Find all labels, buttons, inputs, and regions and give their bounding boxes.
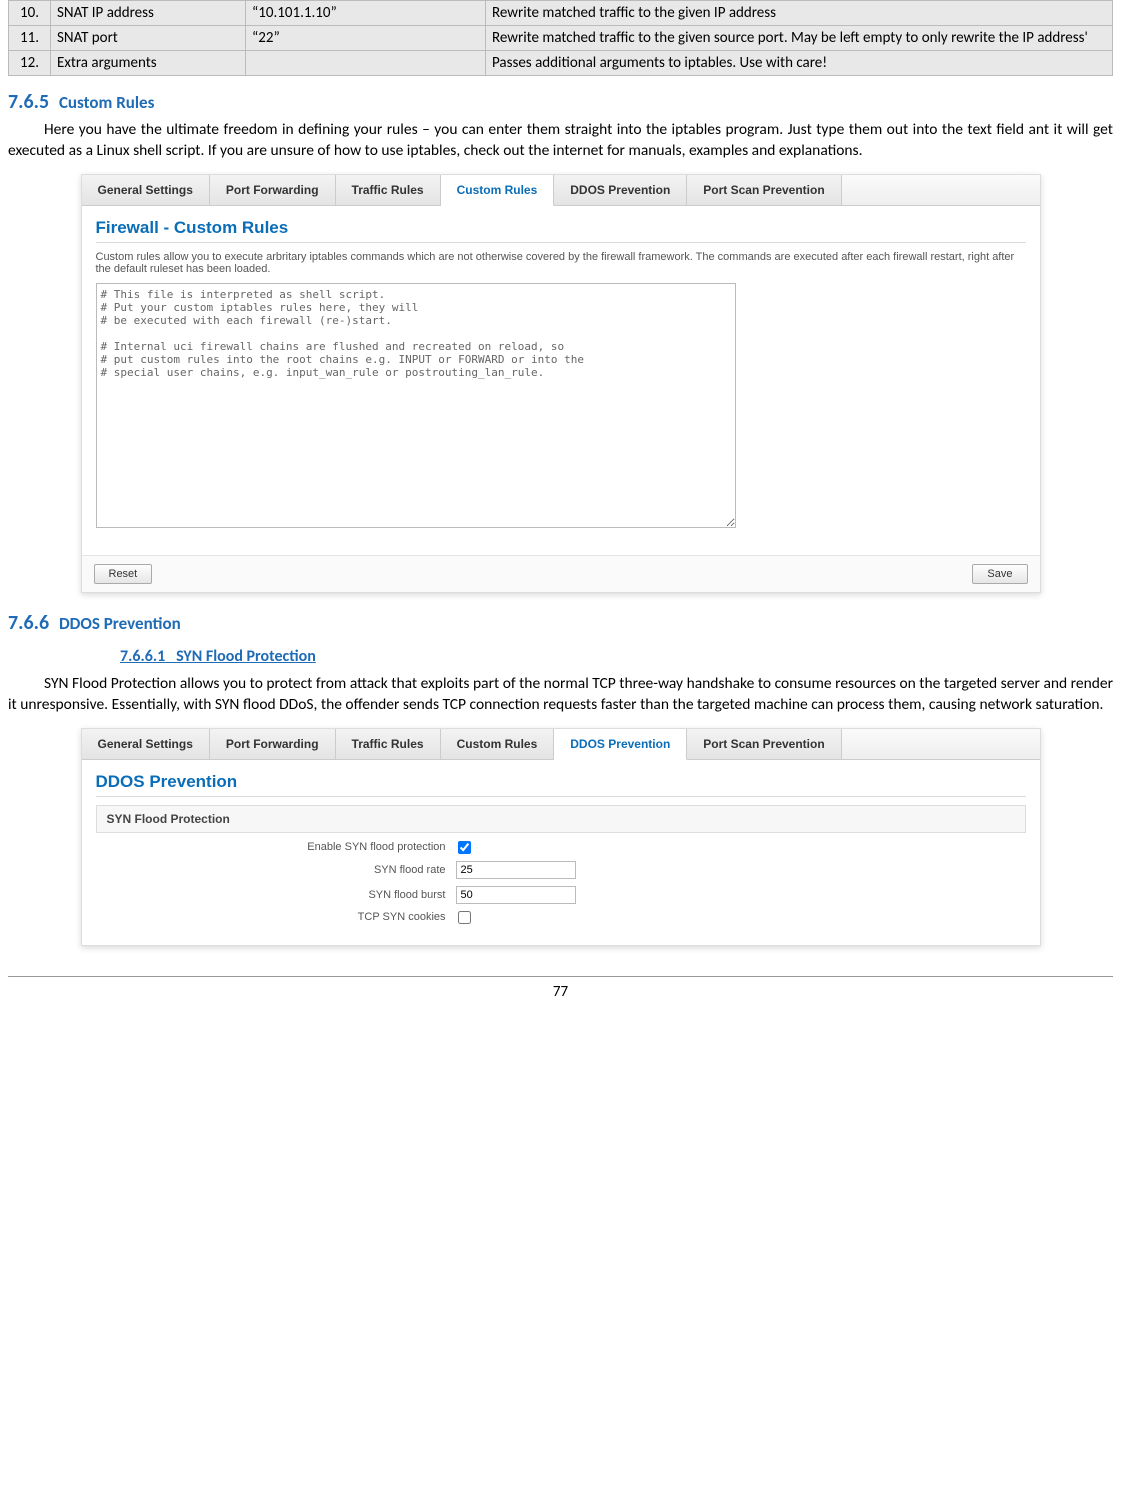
syn-flood-burst-input[interactable] [456, 886, 576, 904]
save-button[interactable]: Save [972, 564, 1027, 584]
syn-flood-section-label: SYN Flood Protection [96, 805, 1026, 833]
panel-description: Custom rules allow you to execute arbrit… [96, 251, 1026, 275]
table-cell: Rewrite matched traffic to the given IP … [486, 1, 1113, 26]
parameter-table: 10.SNAT IP address“10.101.1.10”Rewrite m… [8, 0, 1113, 76]
form-row: TCP SYN cookies [96, 911, 1026, 924]
enable-syn-flood-protection-checkbox[interactable] [458, 841, 471, 854]
table-cell: SNAT IP address [51, 1, 246, 26]
tab-port-scan-prevention[interactable]: Port Scan Prevention [687, 729, 841, 759]
table-cell: SNAT port [51, 26, 246, 51]
section-765-heading: 7.6.5 Custom Rules [8, 90, 1113, 114]
panel-heading: DDOS Prevention [96, 772, 1026, 797]
subsection-7661-heading: 7.6.6.1 SYN Flood Protection [120, 647, 1113, 666]
tab-traffic-rules[interactable]: Traffic Rules [336, 729, 441, 759]
table-row: 11.SNAT port“22”Rewrite matched traffic … [9, 26, 1113, 51]
tab-port-forwarding[interactable]: Port Forwarding [210, 729, 336, 759]
section-765-para: Here you have the ultimate freedom in de… [8, 120, 1113, 162]
form-row: SYN flood rate [96, 861, 1026, 879]
tab-ddos-prevention[interactable]: DDOS Prevention [554, 729, 687, 760]
form-row: Enable SYN flood protection [96, 841, 1026, 854]
form-label: TCP SYN cookies [96, 911, 456, 923]
reset-button[interactable]: Reset [94, 564, 153, 584]
tab-bar: General SettingsPort ForwardingTraffic R… [82, 175, 1040, 206]
tab-custom-rules[interactable]: Custom Rules [441, 175, 555, 206]
section-766-heading: 7.6.6 DDOS Prevention [8, 611, 1113, 635]
table-cell: 11. [9, 26, 51, 51]
form-row: SYN flood burst [96, 886, 1026, 904]
ddos-prevention-screenshot: General SettingsPort ForwardingTraffic R… [81, 728, 1041, 946]
table-cell: “22” [246, 26, 486, 51]
tab-ddos-prevention[interactable]: DDOS Prevention [554, 175, 687, 205]
form-label: Enable SYN flood protection [96, 841, 456, 853]
table-row: 10.SNAT IP address“10.101.1.10”Rewrite m… [9, 1, 1113, 26]
table-cell: 12. [9, 51, 51, 76]
page-number: 77 [8, 983, 1113, 1001]
table-cell: Passes additional arguments to iptables.… [486, 51, 1113, 76]
tab-port-scan-prevention[interactable]: Port Scan Prevention [687, 175, 841, 205]
button-bar: Reset Save [82, 555, 1040, 592]
tcp-syn-cookies-checkbox[interactable] [458, 911, 471, 924]
tab-custom-rules[interactable]: Custom Rules [441, 729, 555, 759]
tab-bar: General SettingsPort ForwardingTraffic R… [82, 729, 1040, 760]
syn-flood-rate-input[interactable] [456, 861, 576, 879]
table-cell: Extra arguments [51, 51, 246, 76]
table-cell: “10.101.1.10” [246, 1, 486, 26]
panel-heading: Firewall - Custom Rules [96, 218, 1026, 243]
tab-traffic-rules[interactable]: Traffic Rules [336, 175, 441, 205]
footer-divider [8, 976, 1113, 977]
table-cell: 10. [9, 1, 51, 26]
custom-rules-screenshot: General SettingsPort ForwardingTraffic R… [81, 174, 1041, 593]
section-766-para: SYN Flood Protection allows you to prote… [8, 674, 1113, 716]
table-row: 12.Extra arguments Passes additional argu… [9, 51, 1113, 76]
form-label: SYN flood rate [96, 864, 456, 876]
table-cell [246, 51, 486, 76]
tab-general-settings[interactable]: General Settings [82, 729, 210, 759]
form-label: SYN flood burst [96, 889, 456, 901]
table-cell: Rewrite matched traffic to the given sou… [486, 26, 1113, 51]
tab-general-settings[interactable]: General Settings [82, 175, 210, 205]
custom-rules-textarea[interactable] [96, 283, 736, 528]
tab-port-forwarding[interactable]: Port Forwarding [210, 175, 336, 205]
